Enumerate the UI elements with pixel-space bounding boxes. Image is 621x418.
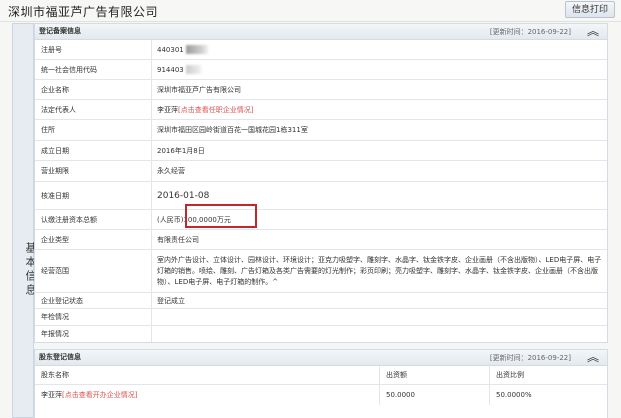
field-label: 企业类型 (35, 230, 152, 249)
table-row: 年检情况 (35, 309, 607, 326)
column-header-contribution-amount: 出资额 (380, 366, 490, 385)
table-row: 住所 深圳市福田区园岭街道百花一国城花园1栋311室 (35, 120, 607, 141)
table-row: 企业类型 有限责任公司 (35, 230, 607, 250)
field-label: 认缴注册资本总额 (35, 210, 152, 229)
print-info-button[interactable]: 信息打印 (565, 1, 615, 18)
credit-code: 914403 (157, 65, 184, 74)
business-term-value: 永久经营 (157, 167, 185, 175)
shareholder-panel-title: 股东登记信息 (39, 353, 81, 361)
double-chevron-up-icon[interactable]: ︽ (583, 350, 603, 365)
table-row: 营业期限 永久经营 (35, 161, 607, 182)
contribution-ratio-cell: 50.0000% (496, 391, 532, 399)
shareholder-info-panel: 股东登记信息 [更新时间：2016-09-22] ︽ 股东名称 出资额 出资比例… (34, 349, 608, 418)
table-row: 核准日期 2016-01-08 (35, 182, 607, 210)
field-label: 住所 (35, 120, 152, 140)
registration-panel-header: 登记备案信息 [更新时间：2016-09-22] ︽ (35, 24, 607, 40)
established-date-value: 2016年1月8日 (157, 146, 205, 155)
field-label: 经营范围 (35, 250, 152, 292)
field-label: 注册号 (35, 40, 152, 59)
shareholder-update-time: [更新时间：2016-09-22] (489, 354, 571, 362)
field-label: 成立日期 (35, 141, 152, 160)
field-value: 李亚萍 [点击查看任职企业情况] (157, 100, 603, 119)
field-label: 企业名称 (35, 80, 152, 99)
field-label: 年检情况 (35, 309, 152, 325)
field-label: 法定代表人 (35, 100, 152, 119)
table-row: 认缴注册资本总额 (人民币)100,0000万元 (35, 210, 607, 230)
registration-update-time: [更新时间：2016-09-22] (489, 28, 571, 36)
registration-info-panel: 登记备案信息 [更新时间：2016-09-22] ︽ 注册号 440301 统一… (34, 23, 608, 343)
field-label: 营业期限 (35, 161, 152, 181)
annual-inspection-value (157, 309, 603, 325)
company-title: 深圳市福亚芦广告有限公司 (8, 5, 159, 19)
registered-capital-value: (人民币)100,0000万元 (157, 215, 231, 224)
contribution-amount-cell: 50.0000 (380, 385, 490, 405)
redacted-blur (185, 65, 202, 74)
shareholder-name-cell: 李亚萍 [点击查看开办企业情况] (35, 385, 380, 405)
approval-date-value: 2016-01-08 (157, 190, 210, 201)
registration-number: 440301 (157, 45, 184, 54)
double-chevron-up-icon[interactable]: ︽ (583, 24, 603, 39)
registration-panel-title: 登记备案信息 (39, 27, 81, 35)
column-header-contribution-ratio: 出资比例 (490, 366, 607, 385)
company-type-value: 有限责任公司 (157, 235, 199, 244)
field-label: 统一社会信用代码 (35, 60, 152, 79)
field-label: 年报情况 (35, 326, 152, 342)
basic-info-side-tab[interactable]: 基本信息 (12, 23, 37, 418)
redacted-blur (185, 45, 208, 54)
address-value: 深圳市福田区园岭街道百花一国城花园1栋311室 (157, 126, 308, 134)
legal-rep-name: 李亚萍 (157, 105, 178, 114)
view-positions-link[interactable]: [点击查看任职企业情况] (178, 105, 253, 115)
table-row: 经营范围 室内外广告设计、立体设计、园林设计、环境设计；亚克力吸塑字、雕刻字、水… (35, 250, 607, 293)
table-row: 企业名称 深圳市福亚芦广告有限公司 (35, 80, 607, 100)
table-row: 注册号 440301 (35, 40, 607, 60)
column-header-shareholder-name: 股东名称 (35, 366, 380, 385)
field-label: 企业登记状态 (35, 293, 152, 308)
field-label: 核准日期 (35, 182, 152, 209)
table-row: 成立日期 2016年1月8日 (35, 141, 607, 161)
registration-status-value: 登记成立 (157, 296, 185, 305)
table-row: 统一社会信用代码 914403 (35, 60, 607, 80)
shareholder-name: 李亚萍 (41, 391, 62, 399)
field-value: 914403 (157, 60, 603, 79)
annual-report-value (157, 326, 603, 342)
table-row: 企业登记状态 登记成立 (35, 293, 607, 309)
table-row: 年报情况 (35, 326, 607, 342)
table-row: 法定代表人 李亚萍 [点击查看任职企业情况] (35, 100, 607, 120)
company-name-value: 深圳市福亚芦广告有限公司 (157, 85, 241, 94)
view-companies-link[interactable]: [点击查看开办企业情况] (62, 390, 137, 400)
top-bar: 深圳市福亚芦广告有限公司 信息打印 (0, 0, 621, 22)
shareholder-panel-header: 股东登记信息 [更新时间：2016-09-22] ︽ (35, 350, 607, 366)
field-value: 440301 (157, 40, 603, 59)
business-scope-value: 室内外广告设计、立体设计、园林设计、环境设计；亚克力吸塑字、雕刻字、水晶字、钛金… (157, 256, 602, 286)
